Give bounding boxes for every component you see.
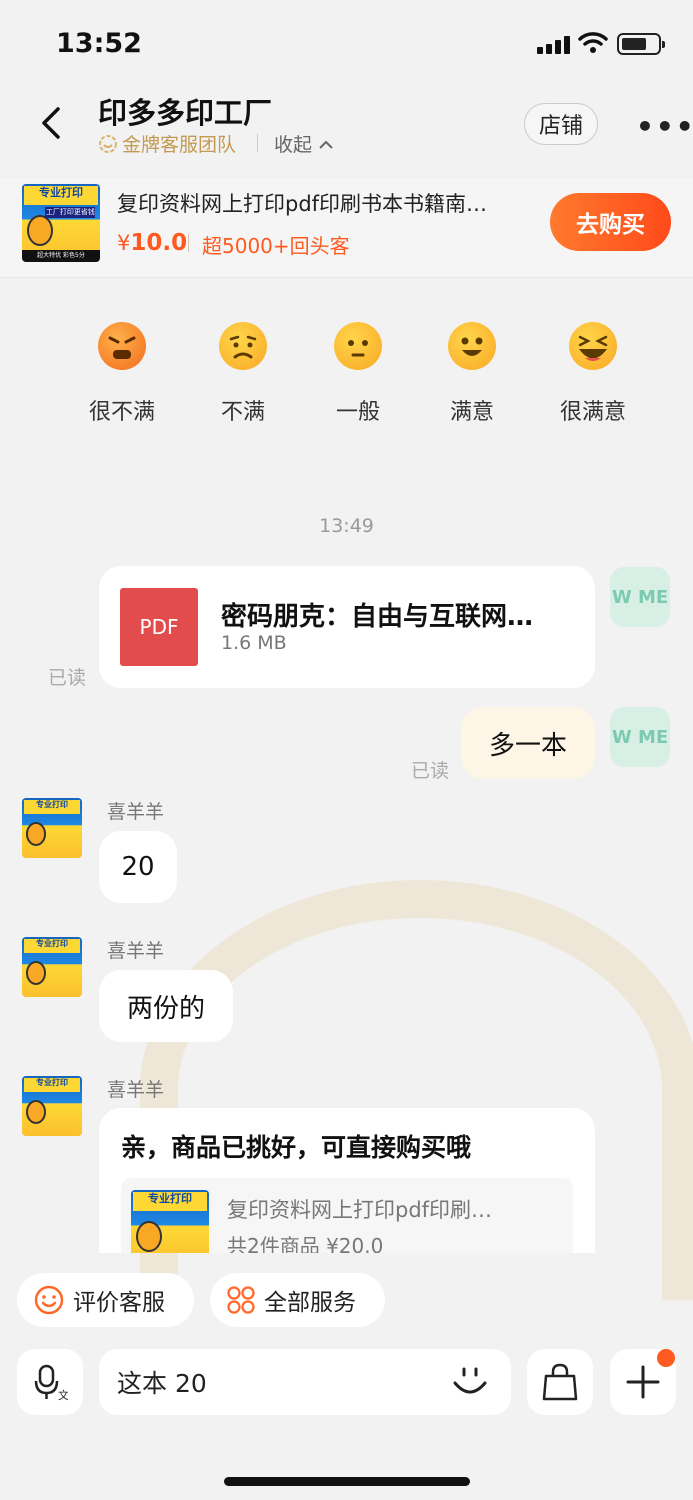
product-card-message[interactable]: 亲，商品已挑好，可直接购买哦 专业打印 复印资料网上打印pdf印刷… 共2件商品… xyxy=(99,1108,595,1253)
rating-neutral[interactable]: 一般 xyxy=(303,322,413,426)
file-size: 1.6 MB xyxy=(221,632,287,654)
mascot-icon xyxy=(135,1221,163,1253)
chat-timestamp: 13:49 xyxy=(319,515,374,537)
card-product-summary: 共2件商品 ¥20.0 xyxy=(227,1234,384,1253)
card-product-title: 复印资料网上打印pdf印刷… xyxy=(227,1198,493,1222)
avatar-label: 专业打印 xyxy=(24,800,80,815)
voice-input-button[interactable]: 文 xyxy=(17,1349,83,1415)
more-options-icon[interactable]: ••• xyxy=(636,110,693,143)
unsatisfied-face-icon xyxy=(219,322,267,370)
message-text: 多一本 xyxy=(488,730,567,761)
avatar-label: 专业打印 xyxy=(24,1078,80,1093)
mascot-icon xyxy=(25,961,46,985)
buy-button[interactable]: 去购买 xyxy=(550,193,671,251)
plus-icon xyxy=(626,1365,660,1399)
price-value: 10.0 xyxy=(130,230,188,256)
sender-name: 喜羊羊 xyxy=(107,801,165,823)
chip-label: 评价客服 xyxy=(73,1290,165,1316)
pdf-file-icon: PDF xyxy=(120,588,198,666)
product-price: ¥10.0 xyxy=(117,230,187,256)
sender-name: 喜羊羊 xyxy=(107,1079,165,1101)
product-thumbnail[interactable]: 专业打印 工厂打印更省钱 超大特优 彩色5分 xyxy=(22,184,100,262)
thumbnail-label: 专业打印 xyxy=(24,186,98,205)
thumbnail-label: 专业打印 xyxy=(133,1192,207,1211)
rating-very-satisfied[interactable]: 很满意 xyxy=(538,322,648,426)
file-name: 密码朋克：自由与互联网… xyxy=(221,602,534,632)
rating-satisfied[interactable]: 满意 xyxy=(417,322,527,426)
card-message-text: 亲，商品已挑好，可直接购买哦 xyxy=(121,1133,472,1162)
message-text: 20 xyxy=(121,852,155,882)
sender-name: 喜羊羊 xyxy=(107,940,165,962)
home-indicator xyxy=(224,1477,470,1486)
chevron-up-icon xyxy=(319,140,333,149)
rating-label: 一般 xyxy=(335,400,380,425)
shopping-bag-button[interactable] xyxy=(527,1349,593,1415)
message-input-value: 这本 20 xyxy=(117,1369,207,1398)
card-product-thumbnail: 专业打印 xyxy=(131,1190,209,1253)
card-product-item[interactable]: 专业打印 复印资料网上打印pdf印刷… 共2件商品 ¥20.0 xyxy=(121,1178,573,1253)
my-avatar[interactable]: W ME xyxy=(610,707,670,767)
services-grid-icon xyxy=(227,1286,255,1314)
emoji-icon[interactable] xyxy=(451,1365,489,1401)
collapse-toggle[interactable]: 收起 xyxy=(274,130,334,157)
all-services-chip[interactable]: 全部服务 xyxy=(210,1273,385,1327)
message-text: 两份的 xyxy=(126,993,205,1024)
very-satisfied-face-icon xyxy=(569,322,617,370)
notification-dot xyxy=(657,1349,675,1367)
text-message-bubble[interactable]: 多一本 xyxy=(461,707,595,779)
returning-customers: 超5000+回头客 xyxy=(202,234,350,258)
incoming-message-bubble[interactable]: 20 xyxy=(99,831,177,903)
mascot-icon xyxy=(25,822,46,846)
cellular-signal-icon xyxy=(537,36,570,54)
rating-label: 很不满 xyxy=(88,400,155,425)
mascot-icon xyxy=(26,215,54,247)
mascot-icon xyxy=(25,1100,46,1124)
thumbnail-sublabel: 工厂打印更省钱 xyxy=(45,207,96,219)
message-input[interactable]: 这本 20 xyxy=(99,1349,511,1415)
rating-unsatisfied[interactable]: 不满 xyxy=(188,322,298,426)
page-title: 印多多印工厂 xyxy=(98,96,273,130)
rating-label: 不满 xyxy=(220,400,265,425)
shop-avatar[interactable]: 专业打印 xyxy=(22,937,82,997)
divider xyxy=(257,134,258,152)
rating-very-unsatisfied[interactable]: 很不满 xyxy=(67,322,177,426)
collapse-label: 收起 xyxy=(274,134,313,156)
read-receipt: 已读 xyxy=(48,667,87,689)
back-arrow-icon[interactable] xyxy=(34,103,74,143)
shop-avatar[interactable]: 专业打印 xyxy=(22,1076,82,1136)
shop-button[interactable]: 店铺 xyxy=(524,103,598,145)
chip-label: 全部服务 xyxy=(264,1290,356,1316)
my-avatar[interactable]: W ME xyxy=(610,567,670,627)
avatar-label: 专业打印 xyxy=(24,939,80,954)
shop-avatar[interactable]: 专业打印 xyxy=(22,798,82,858)
service-medal-icon xyxy=(99,134,117,153)
team-badge[interactable]: 金牌客服团队 xyxy=(98,130,236,157)
rating-label: 很满意 xyxy=(559,400,626,425)
svg-text:文: 文 xyxy=(58,1388,68,1401)
neutral-face-icon xyxy=(334,322,382,370)
very-unsatisfied-face-icon xyxy=(98,322,146,370)
thumbnail-footer: 超大特优 彩色5分 xyxy=(22,249,100,262)
battery-icon xyxy=(617,33,665,55)
product-title[interactable]: 复印资料网上打印pdf印刷书本书籍南… xyxy=(117,188,537,218)
read-receipt: 已读 xyxy=(411,760,450,782)
microphone-translate-icon: 文 xyxy=(34,1364,68,1401)
wifi-icon xyxy=(578,32,608,53)
currency-symbol: ¥ xyxy=(117,231,131,255)
smile-icon xyxy=(34,1285,64,1315)
incoming-message-bubble[interactable]: 两份的 xyxy=(99,970,233,1042)
team-label: 金牌客服团队 xyxy=(122,134,237,156)
satisfied-face-icon xyxy=(448,322,496,370)
shopping-bag-icon xyxy=(542,1363,578,1401)
file-message-bubble[interactable]: PDF 密码朋克：自由与互联网… 1.6 MB xyxy=(99,566,595,688)
rate-service-chip[interactable]: 评价客服 xyxy=(17,1273,194,1327)
rating-label: 满意 xyxy=(449,400,494,425)
status-time: 13:52 xyxy=(56,28,142,59)
divider xyxy=(188,234,189,252)
